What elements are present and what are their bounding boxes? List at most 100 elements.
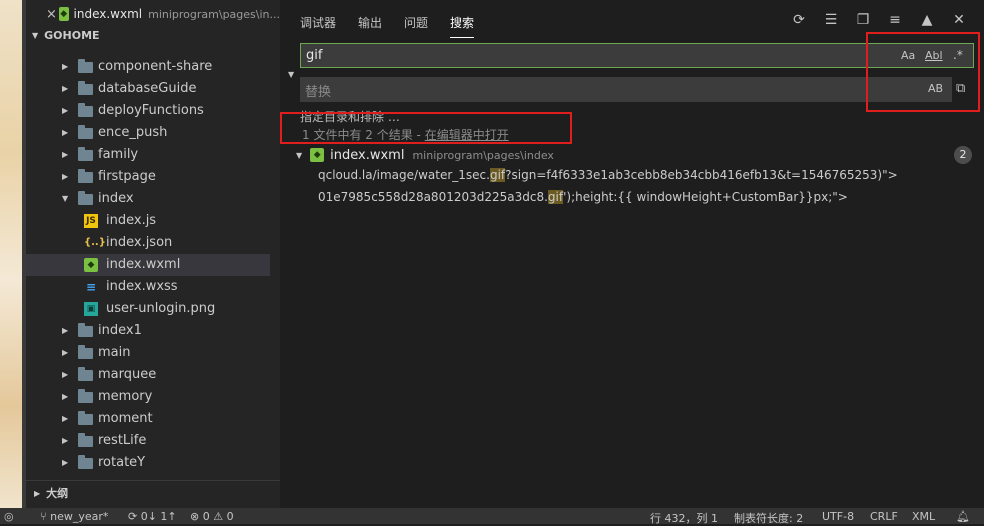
- toggle-replace-chevron-icon[interactable]: ▼: [288, 70, 294, 79]
- tree-item-label: index.js: [106, 213, 157, 228]
- new-search-editor-icon[interactable]: ❐: [854, 12, 872, 28]
- sync-counts: 0↓ 1↑: [140, 510, 177, 523]
- chevron-right-icon: ▶: [62, 84, 69, 93]
- panel-tab[interactable]: 搜索: [450, 14, 475, 38]
- tree-item[interactable]: ▶ memory: [26, 386, 270, 408]
- search-panel: 调试器 输出 问题 搜索 ⟳ ☰ ❐ ≡ ▲ ✕ ▼ gif Aa Abl .* 替换…: [280, 0, 984, 508]
- chevron-right-icon: ▶: [62, 150, 69, 159]
- sync-icon: ⟳: [128, 510, 138, 523]
- tree-item-label: family: [98, 147, 139, 162]
- error-icon: ⊗: [190, 510, 200, 523]
- folder-icon: [78, 345, 93, 359]
- tree-item[interactable]: ▶ moment: [26, 408, 270, 430]
- tree-item[interactable]: ≡ index.wxss: [26, 276, 270, 298]
- chevron-right-icon: ▶: [62, 392, 69, 401]
- js-file-icon: JS: [84, 214, 98, 228]
- maximize-panel-icon[interactable]: ▲: [918, 12, 936, 28]
- chevron-right-icon: ▶: [34, 488, 41, 498]
- tree-item[interactable]: {..} index.json: [26, 232, 270, 254]
- tree-item[interactable]: ▶ marquee: [26, 364, 270, 386]
- match-before: 01e7985c558d28a801203d225a3dc8.: [318, 190, 548, 204]
- tree-item[interactable]: ▶ rotateY: [26, 452, 270, 474]
- folder-icon: [78, 81, 93, 95]
- chevron-right-icon: ▶: [62, 62, 69, 71]
- tree-item-label: index.wxml: [106, 257, 181, 272]
- tree-item[interactable]: ▶ deployFunctions: [26, 100, 270, 122]
- panel-tab[interactable]: 问题: [404, 14, 428, 38]
- folder-open-icon: [78, 191, 93, 205]
- warning-count: 0: [226, 510, 234, 523]
- branch-indicator[interactable]: ⑂ new_year*: [40, 510, 108, 523]
- chevron-right-icon: ▶: [62, 172, 69, 181]
- tree-item-label: memory: [98, 389, 153, 404]
- result-file-name: index.wxml: [330, 147, 405, 163]
- match-after: ?sign=f4f6333e1ab3cebb8eb34cbb416efb13&t…: [505, 168, 898, 182]
- search-result-line[interactable]: 01e7985c558d28a801203d225a3dc8.gif');hei…: [318, 190, 848, 204]
- close-panel-icon[interactable]: ✕: [950, 12, 968, 28]
- search-input-value: gif: [306, 48, 323, 63]
- chevron-down-icon: ▼: [32, 30, 39, 40]
- result-count-badge: 2: [954, 146, 972, 164]
- tree-item[interactable]: ▣ user-unlogin.png: [26, 298, 270, 320]
- annotation-box-options: [866, 32, 980, 112]
- wxml-file-icon: ◆: [84, 258, 98, 272]
- tree-item[interactable]: ▶ databaseGuide: [26, 78, 270, 100]
- chevron-right-icon: ▶: [62, 370, 69, 379]
- tree-item[interactable]: ▶ component-share: [26, 56, 270, 78]
- chevron-down-icon: ▼: [296, 150, 303, 160]
- folder-icon: [78, 433, 93, 447]
- folder-icon: [78, 103, 93, 117]
- close-icon[interactable]: ×: [46, 7, 57, 22]
- collapse-all-icon[interactable]: ≡: [886, 12, 904, 28]
- chevron-right-icon: ▶: [62, 128, 69, 137]
- warning-icon: ⚠: [213, 510, 224, 523]
- outline-section-header[interactable]: ▶ 大纲: [26, 480, 280, 505]
- wxml-file-icon: ◆: [310, 148, 325, 162]
- problems-indicator[interactable]: ⊗ 0 ⚠ 0: [190, 510, 234, 523]
- workspace-name: GOHOME: [44, 28, 100, 42]
- panel-actions: ⟳ ☰ ❐ ≡ ▲ ✕: [790, 12, 968, 28]
- chevron-right-icon: ▶: [62, 326, 69, 335]
- panel-tab[interactable]: 调试器: [300, 14, 336, 38]
- tree-item[interactable]: ◆ index.wxml: [26, 254, 270, 276]
- wxss-file-icon: ≡: [85, 280, 97, 294]
- tree-item-label: main: [98, 345, 131, 360]
- result-file-path: miniprogram\pages\index: [412, 148, 554, 162]
- tree-item-label: restLife: [98, 433, 147, 448]
- annotation-box-summary: [280, 112, 572, 144]
- folder-icon: [78, 411, 93, 425]
- tree-item[interactable]: JS index.js: [26, 210, 270, 232]
- match-after: ');height:{{ windowHeight+CustomBar}}px;…: [563, 190, 848, 204]
- language-mode[interactable]: XML: [912, 510, 935, 523]
- error-count: 0: [202, 510, 210, 523]
- workspace-section-header[interactable]: ▼ GOHOME: [26, 25, 280, 45]
- search-result-line[interactable]: qcloud.la/image/water_1sec.gif?sign=f4f6…: [318, 168, 898, 182]
- replace-input[interactable]: 替换 AB: [300, 77, 952, 102]
- clear-results-icon[interactable]: ☰: [822, 12, 840, 28]
- tree-item[interactable]: ▶ restLife: [26, 430, 270, 452]
- encoding[interactable]: UTF-8: [822, 510, 854, 523]
- outline-title: 大纲: [46, 487, 69, 500]
- background-wallpaper-strip: [0, 0, 22, 508]
- open-editor-item[interactable]: × ◆ index.wxml miniprogram\pages\in...: [26, 4, 280, 24]
- tree-item[interactable]: ▼ index: [26, 188, 270, 210]
- tree-item-label: rotateY: [98, 455, 146, 470]
- tree-item[interactable]: ▶ index1: [26, 320, 270, 342]
- accounts-icon[interactable]: ◎: [4, 510, 14, 523]
- panel-tabs: 调试器 输出 问题 搜索: [300, 14, 475, 38]
- tree-item[interactable]: ▶ ence_push: [26, 122, 270, 144]
- sync-indicator[interactable]: ⟳ 0↓ 1↑: [128, 510, 177, 523]
- tree-item[interactable]: ▶ family: [26, 144, 270, 166]
- panel-tab[interactable]: 输出: [358, 14, 382, 38]
- tree-item[interactable]: ▶ main: [26, 342, 270, 364]
- open-editor-path: miniprogram\pages\in...: [148, 7, 280, 21]
- notifications-icon[interactable]: 🔔︎: [956, 510, 970, 523]
- refresh-icon[interactable]: ⟳: [790, 12, 808, 28]
- chevron-right-icon: ▶: [62, 106, 69, 115]
- line-ending[interactable]: CRLF: [870, 510, 898, 523]
- folder-icon: [78, 125, 93, 139]
- tree-item[interactable]: ▶ firstpage: [26, 166, 270, 188]
- folder-icon: [78, 323, 93, 337]
- folder-icon: [78, 169, 93, 183]
- result-file-row[interactable]: ▼ ◆ index.wxml miniprogram\pages\index: [296, 146, 976, 164]
